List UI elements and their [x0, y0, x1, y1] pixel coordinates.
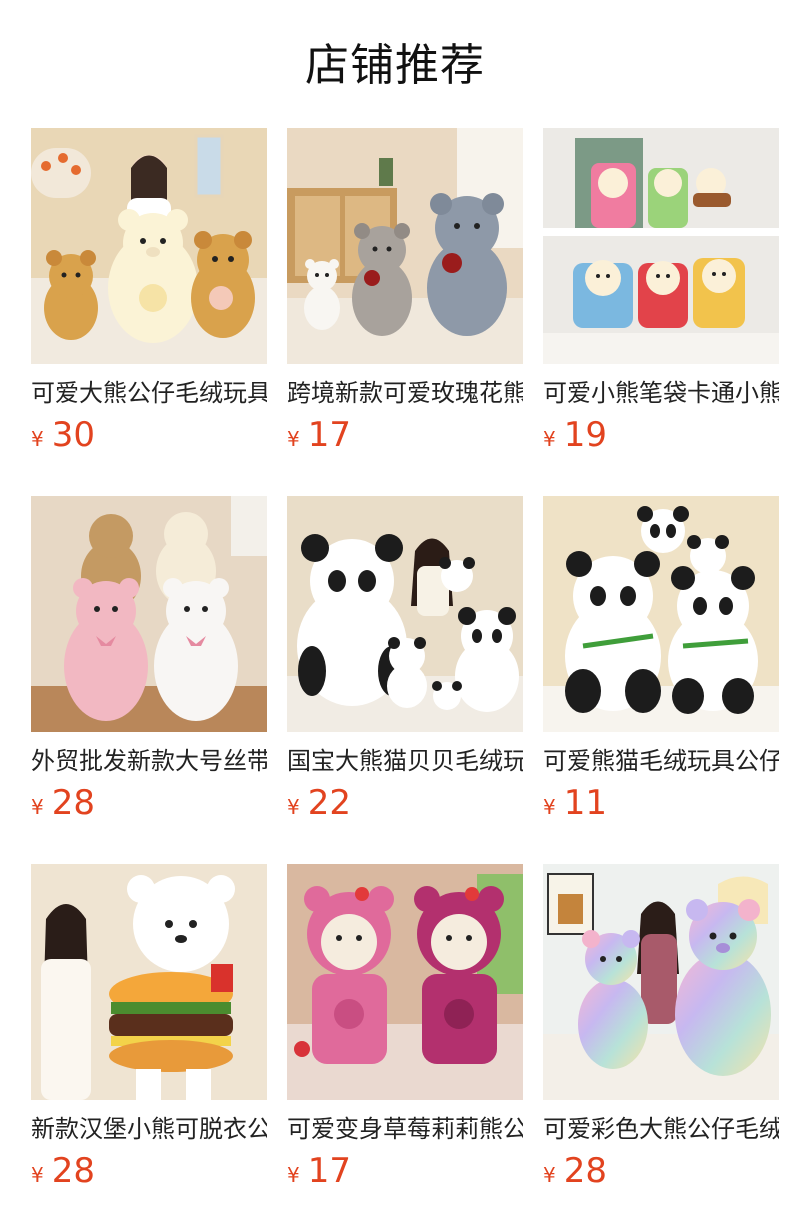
page-title: 店铺推荐: [305, 40, 485, 91]
product-card[interactable]: 外贸批发新款大号丝带熊 ¥28: [31, 496, 267, 864]
product-image[interactable]: [31, 864, 267, 1100]
product-card[interactable]: 可爱变身草莓莉莉熊公仔 ¥17: [287, 864, 523, 1232]
price-amount: 22: [307, 783, 351, 823]
product-image[interactable]: [543, 496, 779, 732]
bear-pencil-bags-image: [543, 128, 779, 364]
price-amount: 19: [563, 415, 607, 455]
currency-symbol: ¥: [543, 427, 556, 451]
price-amount: 28: [563, 1151, 607, 1191]
store-recommendations-page: 店铺推荐 可爱大熊公仔毛绒玩具 ¥ 30 跨境新款可爱玫瑰花熊 ¥ 17 可爱小…: [0, 0, 790, 1232]
product-card[interactable]: 可爱小熊笔袋卡通小熊 ¥19: [543, 128, 779, 496]
product-name[interactable]: 外贸批发新款大号丝带熊: [31, 745, 267, 777]
product-name[interactable]: 跨境新款可爱玫瑰花熊: [287, 377, 523, 409]
currency-symbol: ¥: [543, 1163, 556, 1187]
product-price: ¥19: [543, 415, 779, 461]
product-card[interactable]: 新款汉堡小熊可脱衣公仔 ¥28: [31, 864, 267, 1232]
product-card[interactable]: 可爱大熊公仔毛绒玩具 ¥30: [31, 128, 267, 496]
product-price: ¥28: [31, 783, 267, 829]
currency-symbol: ¥: [543, 795, 556, 819]
large-ribbon-bears-image: [31, 496, 267, 732]
rainbow-bears-image: [543, 864, 779, 1100]
product-price: ¥22: [287, 783, 523, 829]
product-price: ¥28: [31, 1151, 267, 1197]
product-grid: 可爱大熊公仔毛绒玩具 ¥30 跨境新款可爱玫瑰花熊 ¥ 17 可爱小熊笔袋卡通小…: [31, 128, 779, 1232]
product-image[interactable]: [287, 496, 523, 732]
product-image[interactable]: [287, 128, 523, 364]
currency-symbol: ¥: [31, 1163, 44, 1187]
price-amount: 28: [51, 783, 95, 823]
panda-family-image: [287, 496, 523, 732]
product-price: ¥11: [543, 783, 779, 829]
product-image[interactable]: [31, 496, 267, 732]
product-name[interactable]: 可爱变身草莓莉莉熊公仔: [287, 1113, 523, 1145]
product-price: ¥30: [31, 415, 267, 461]
teddy-bears-yellow-white-image: [31, 128, 267, 364]
price-amount: 30: [51, 415, 95, 455]
product-image[interactable]: [287, 864, 523, 1100]
product-name[interactable]: 可爱大熊公仔毛绒玩具: [31, 377, 267, 409]
product-name[interactable]: 国宝大熊猫贝贝毛绒玩具: [287, 745, 523, 777]
rose-teddy-bears-grey-image: [287, 128, 523, 364]
price-amount: 28: [51, 1151, 95, 1191]
strawberry-bears-image: [287, 864, 523, 1100]
product-card[interactable]: 跨境新款可爱玫瑰花熊 ¥17: [287, 128, 523, 496]
product-name[interactable]: 可爱彩色大熊公仔毛绒: [543, 1113, 779, 1145]
price-amount: 17: [307, 1151, 351, 1191]
product-image[interactable]: [31, 128, 267, 364]
product-name[interactable]: 新款汉堡小熊可脱衣公仔: [31, 1113, 267, 1145]
product-name[interactable]: 可爱熊猫毛绒玩具公仔: [543, 745, 779, 777]
product-card[interactable]: 可爱彩色大熊公仔毛绒 ¥28: [543, 864, 779, 1232]
price-amount: 17: [307, 415, 351, 455]
bamboo-pandas-image: [543, 496, 779, 732]
product-image[interactable]: [543, 128, 779, 364]
product-price: ¥17: [287, 415, 523, 461]
currency-symbol: ¥: [31, 427, 44, 451]
currency-symbol: ¥: [31, 795, 44, 819]
currency-symbol: ¥: [287, 427, 300, 451]
product-name[interactable]: 可爱小熊笔袋卡通小熊: [543, 377, 779, 409]
currency-symbol: ¥: [287, 1163, 300, 1187]
product-card[interactable]: 可爱熊猫毛绒玩具公仔 ¥11: [543, 496, 779, 864]
product-image[interactable]: [543, 864, 779, 1100]
currency-symbol: ¥: [287, 795, 300, 819]
product-price: ¥28: [543, 1151, 779, 1197]
product-price: ¥17: [287, 1151, 523, 1197]
hamburger-bear-image: [31, 864, 267, 1100]
product-card[interactable]: 国宝大熊猫贝贝毛绒玩具 ¥22: [287, 496, 523, 864]
price-amount: 11: [563, 783, 607, 823]
